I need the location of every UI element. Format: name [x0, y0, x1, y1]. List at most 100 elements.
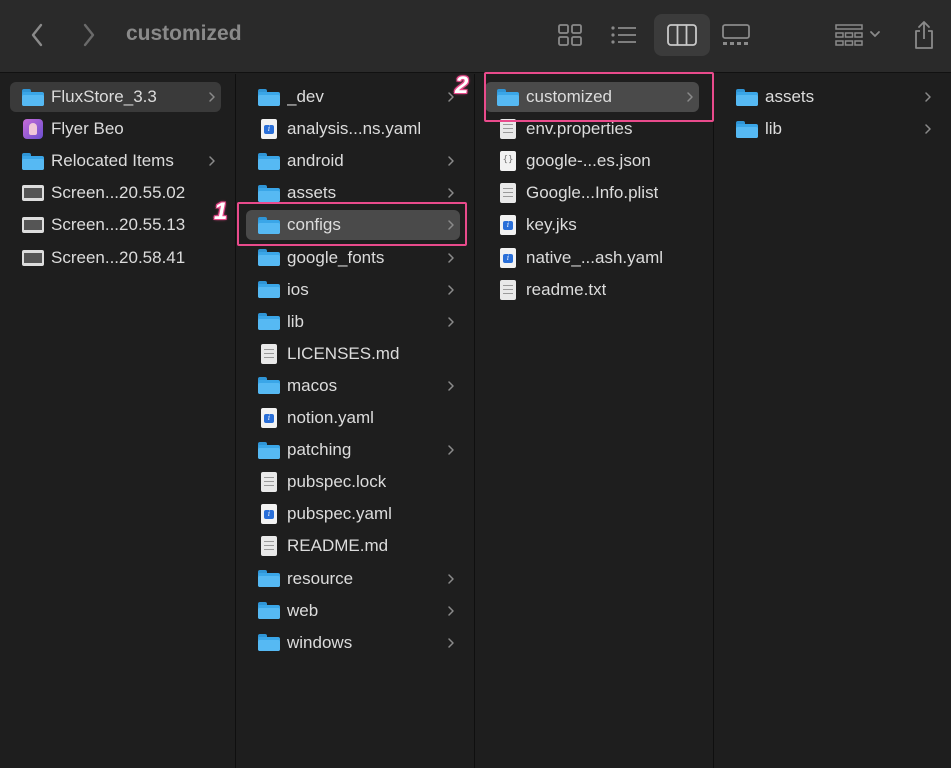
file-item[interactable]: resource: [246, 564, 460, 594]
file-item-label: assets: [287, 183, 337, 203]
file-item[interactable]: _dev: [246, 82, 460, 112]
file-item-label: lib: [765, 119, 783, 139]
file-item-label: macos: [287, 375, 338, 395]
file-item-icon: [258, 312, 280, 332]
folder-icon: [258, 313, 280, 331]
document-icon: [500, 279, 516, 300]
file-item[interactable]: macos: [246, 371, 460, 401]
file-item[interactable]: FluxStore_3.3: [10, 82, 221, 112]
chevron-right-icon: [923, 89, 933, 105]
file-item-icon: [258, 280, 280, 300]
file-item-icon: [258, 183, 280, 203]
file-item[interactable]: lib: [246, 307, 460, 337]
column-view-button[interactable]: [654, 14, 710, 56]
file-item-label: google-...es.json: [526, 151, 651, 171]
file-item-label: _dev: [287, 87, 324, 106]
file-item[interactable]: Google...Info.plist: [485, 178, 699, 208]
file-item[interactable]: patching: [246, 435, 460, 465]
file-item-label: native_...ash.yaml: [526, 247, 664, 267]
back-button[interactable]: [22, 20, 52, 50]
file-item[interactable]: {} google-...es.json: [485, 146, 699, 176]
chevron-right-icon: [446, 185, 456, 201]
share-icon: [915, 21, 933, 49]
file-item-label: LICENSES.md: [287, 343, 400, 363]
file-item-icon: i: [258, 408, 280, 428]
file-item[interactable]: Relocated Items: [10, 146, 221, 176]
file-item-label: readme.txt: [526, 279, 607, 299]
file-item-icon: [258, 376, 280, 396]
file-item[interactable]: windows: [246, 628, 460, 658]
group-grid-icon: [835, 24, 880, 46]
file-item-label: ios: [287, 279, 309, 299]
file-item[interactable]: Screen...20.58.41: [10, 243, 221, 273]
highlight-box-configs: [237, 202, 467, 246]
file-item[interactable]: i native_...ash.yaml: [485, 243, 699, 273]
file-item-icon: [497, 183, 519, 204]
chevron-right-icon: [446, 282, 456, 298]
icon-view-button[interactable]: [552, 17, 588, 53]
share-button[interactable]: [906, 15, 942, 55]
file-item[interactable]: Screen...20.55.13: [10, 210, 221, 240]
file-item[interactable]: ios: [246, 275, 460, 305]
folder-icon: [258, 602, 280, 620]
file-item-icon: i: [258, 119, 280, 140]
file-item[interactable]: readme.txt: [485, 275, 699, 305]
chevron-right-icon: [923, 121, 933, 137]
file-item-icon: i: [497, 215, 519, 236]
window-title: customized: [126, 22, 242, 45]
gallery-view-button[interactable]: [718, 17, 754, 53]
chevron-right-icon: [446, 603, 456, 619]
file-item-label: web: [287, 600, 319, 620]
file-item[interactable]: lib: [724, 114, 937, 144]
file-item-icon: [22, 151, 44, 171]
folder-icon: [736, 120, 758, 138]
column-3: customized env.properties{} google-...es.j…: [475, 74, 714, 768]
file-item[interactable]: android: [246, 146, 460, 176]
file-item-label: patching: [287, 440, 352, 460]
file-item-icon: [22, 215, 44, 235]
file-item[interactable]: i notion.yaml: [246, 403, 460, 433]
forward-button[interactable]: [74, 20, 104, 50]
file-item[interactable]: pubspec.lock: [246, 467, 460, 497]
document-icon: [500, 119, 516, 140]
gallery-view-icon: [722, 24, 750, 45]
file-item-icon: i: [258, 504, 280, 525]
folder-icon: [22, 88, 44, 106]
column-2: _dev i analysis...ns.yaml android assets conf…: [236, 74, 475, 768]
file-item[interactable]: README.md: [246, 531, 460, 561]
file-item[interactable]: web: [246, 596, 460, 626]
script-file-icon: i: [261, 119, 277, 140]
file-item[interactable]: assets: [724, 82, 937, 112]
file-item[interactable]: Flyer Beo: [10, 114, 221, 144]
file-item-label: key.jks: [526, 215, 577, 235]
document-icon: [500, 183, 516, 204]
chevron-right-icon: [446, 571, 456, 587]
screenshot-icon: [22, 249, 44, 266]
file-item[interactable]: i analysis...ns.yaml: [246, 114, 460, 144]
group-button[interactable]: [830, 17, 886, 53]
list-view-button[interactable]: [606, 17, 642, 53]
file-item-icon: [497, 279, 519, 300]
screenshot-icon: [22, 185, 44, 202]
file-item[interactable]: i pubspec.yaml: [246, 499, 460, 529]
screenshot-icon: [22, 217, 44, 234]
folder-icon: [258, 184, 280, 202]
file-item-label: README.md: [287, 536, 389, 556]
file-item[interactable]: i key.jks: [485, 210, 699, 240]
file-item-icon: [258, 343, 280, 364]
file-item[interactable]: LICENSES.md: [246, 339, 460, 369]
file-item-label: pubspec.yaml: [287, 504, 392, 524]
file-item-icon: [22, 119, 44, 140]
script-file-icon: i: [500, 247, 516, 268]
column-1: FluxStore_3.3 Flyer Beo Relocated Items Scr…: [0, 74, 236, 768]
file-item[interactable]: Screen...20.55.02: [10, 178, 221, 208]
file-item-label: FluxStore_3.3: [51, 87, 157, 106]
file-item[interactable]: google_fonts: [246, 243, 460, 273]
file-item-label: Google...Info.plist: [526, 183, 659, 203]
chevron-right-icon: [207, 89, 217, 105]
file-item-icon: i: [497, 247, 519, 268]
list-view-icon: [611, 26, 636, 44]
folder-icon: [258, 634, 280, 652]
folder-icon: [258, 570, 280, 587]
file-item-label: Screen...20.55.02: [51, 183, 186, 203]
